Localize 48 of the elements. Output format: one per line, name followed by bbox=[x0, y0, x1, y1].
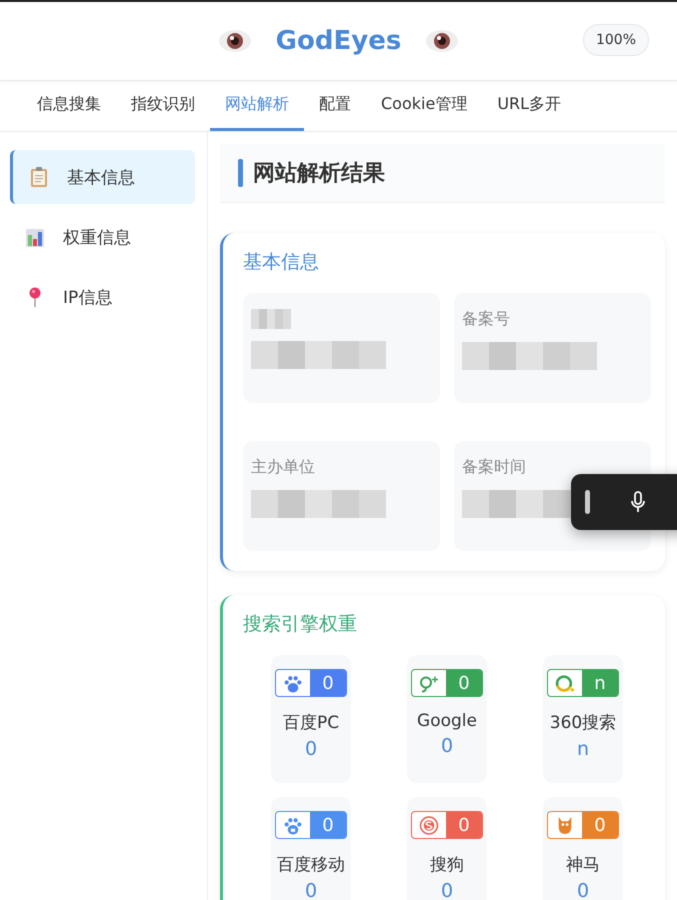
tab[interactable]: 信息搜集 bbox=[22, 81, 116, 131]
tab[interactable]: 配置 bbox=[304, 81, 366, 131]
clipboard-icon bbox=[29, 166, 49, 188]
redacted-label bbox=[251, 309, 291, 329]
badge-value: 0 bbox=[582, 812, 618, 838]
badge-value: 0 bbox=[446, 812, 482, 838]
badge-value: 0 bbox=[310, 670, 346, 696]
field-label: 备案号 bbox=[462, 309, 511, 330]
tab[interactable]: Cookie管理 bbox=[366, 81, 482, 131]
app-title: GodEyes bbox=[276, 26, 402, 56]
drag-handle[interactable] bbox=[585, 490, 590, 514]
engine-name: 百度移动 bbox=[277, 854, 345, 876]
weight-value: 0 bbox=[304, 880, 318, 900]
ring-logo-icon bbox=[554, 674, 576, 692]
engine-name: 搜狗 bbox=[430, 854, 464, 876]
engine-name: 神马 bbox=[566, 854, 600, 876]
card-title: 搜索引擎权重 bbox=[243, 612, 358, 637]
circle-logo-icon bbox=[418, 816, 440, 834]
microphone-icon[interactable] bbox=[630, 491, 646, 513]
weight-value: 0 bbox=[440, 880, 454, 900]
field-label: 备案时间 bbox=[462, 457, 527, 478]
plus-logo-icon bbox=[418, 674, 440, 692]
zoom-level-button[interactable]: 100% bbox=[582, 24, 649, 56]
sidebar-item[interactable]: IP信息 bbox=[10, 270, 195, 324]
accent-bar bbox=[238, 159, 243, 187]
card-title: 基本信息 bbox=[243, 250, 320, 275]
weight-value: n bbox=[576, 738, 590, 760]
tab[interactable]: 网站解析 bbox=[210, 81, 304, 131]
badge-value: 0 bbox=[310, 812, 346, 838]
badge-value: n bbox=[582, 670, 618, 696]
field-label: 主办单位 bbox=[251, 457, 316, 478]
engine-name: 360搜索 bbox=[550, 712, 616, 734]
engine-name: Google bbox=[417, 711, 477, 731]
weight-value: 0 bbox=[440, 735, 454, 757]
tab[interactable]: 指纹识别 bbox=[116, 81, 210, 131]
bar-chart-icon bbox=[25, 226, 45, 248]
badge-value: 0 bbox=[446, 670, 482, 696]
engine-name: 百度PC bbox=[282, 712, 340, 734]
eye-icon bbox=[218, 29, 252, 53]
sidebar-item[interactable]: 基本信息 bbox=[10, 150, 195, 204]
paw-icon bbox=[282, 674, 304, 692]
sidebar-item[interactable]: 权重信息 bbox=[10, 210, 195, 264]
weight-value: 0 bbox=[304, 738, 318, 760]
paw-icon bbox=[282, 816, 304, 834]
page-title: 网站解析结果 bbox=[253, 160, 385, 188]
weight-value: 0 bbox=[576, 880, 590, 900]
tab[interactable]: URL多开 bbox=[482, 81, 576, 131]
eye-icon bbox=[425, 29, 460, 53]
